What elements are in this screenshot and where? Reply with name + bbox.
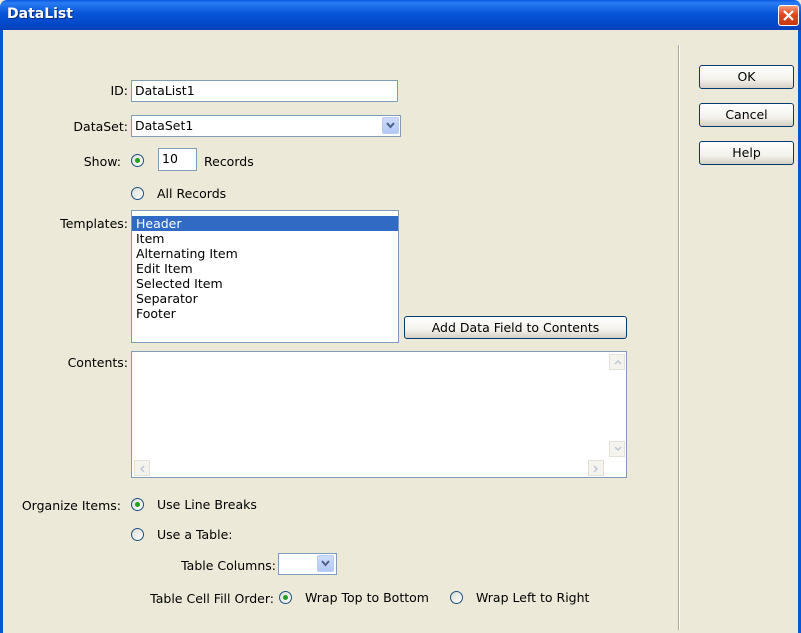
templates-list[interactable]: Header Item Alternating Item Edit Item S… [131, 210, 399, 343]
id-input[interactable]: DataList1 [131, 80, 398, 102]
list-item[interactable]: Selected Item [132, 276, 398, 291]
close-icon [783, 10, 794, 21]
chevron-right-icon [593, 465, 599, 473]
scroll-down-button[interactable] [609, 441, 625, 457]
list-item[interactable]: Separator [132, 291, 398, 306]
chevron-down-icon [386, 122, 395, 129]
show-label: Show: [83, 154, 121, 169]
ok-button[interactable]: OK [699, 65, 794, 89]
dataset-label: DataSet: [73, 119, 128, 134]
use-table-label: Use a Table: [157, 527, 233, 542]
wrap-top-bottom-label: Wrap Top to Bottom [305, 590, 429, 605]
add-data-field-button[interactable]: Add Data Field to Contents [404, 316, 627, 339]
list-item[interactable]: Header [132, 216, 398, 231]
list-item[interactable]: Item [132, 231, 398, 246]
contents-label: Contents: [67, 355, 128, 370]
table-columns-label: Table Columns: [181, 558, 276, 573]
chevron-up-icon [614, 359, 622, 365]
window-title: DataList [7, 6, 73, 22]
all-records-label: All Records [157, 186, 227, 201]
use-line-breaks-radio[interactable] [131, 498, 144, 511]
list-item[interactable]: Alternating Item [132, 246, 398, 261]
dataset-value: DataSet1 [135, 118, 194, 133]
show-records-radio[interactable] [131, 154, 144, 167]
cancel-button[interactable]: Cancel [699, 103, 794, 127]
scroll-up-button[interactable] [609, 354, 625, 370]
templates-label: Templates: [60, 216, 128, 231]
chevron-down-icon [614, 446, 622, 452]
records-label: Records [204, 154, 254, 169]
list-item[interactable]: Edit Item [132, 261, 398, 276]
scroll-left-button[interactable] [134, 460, 150, 476]
fill-order-label: Table Cell Fill Order: [150, 591, 274, 606]
list-item[interactable]: Footer [132, 306, 398, 321]
title-bar[interactable]: DataList [0, 0, 801, 30]
help-button[interactable]: Help [699, 141, 794, 165]
chevron-left-icon [139, 465, 145, 473]
records-count-input[interactable]: 10 [158, 148, 197, 171]
wrap-left-right-label: Wrap Left to Right [476, 590, 590, 605]
dataset-select[interactable]: DataSet1 [131, 115, 401, 137]
dataset-dropdown-button[interactable] [382, 117, 399, 134]
vertical-divider [678, 45, 680, 630]
chevron-down-icon [321, 560, 330, 567]
close-button[interactable] [778, 5, 799, 26]
all-records-radio[interactable] [131, 187, 144, 200]
id-label: ID: [110, 83, 128, 98]
table-columns-dropdown-button[interactable] [317, 555, 334, 572]
wrap-top-bottom-radio[interactable] [279, 591, 292, 604]
contents-textarea[interactable] [131, 351, 627, 478]
organize-label: Organize Items: [21, 498, 121, 513]
use-table-radio[interactable] [131, 528, 144, 541]
use-line-breaks-label: Use Line Breaks [157, 497, 257, 512]
wrap-left-right-radio[interactable] [450, 591, 463, 604]
scroll-right-button[interactable] [588, 460, 604, 476]
